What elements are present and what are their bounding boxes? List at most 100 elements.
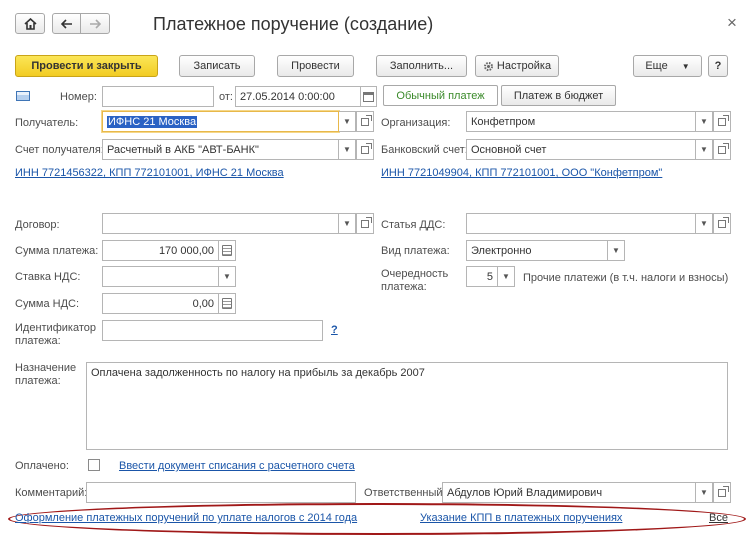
contract-dropdown-button[interactable]: ▼ [339, 213, 356, 234]
purpose-label-line2: платежа: [15, 375, 61, 387]
open-icon [718, 485, 729, 497]
arrow-right-icon [90, 18, 101, 29]
settings-label: Настройка [496, 60, 552, 72]
save-button[interactable]: Записать [179, 55, 255, 77]
paid-label: Оплачено: [15, 460, 69, 472]
bank-account-open-button[interactable] [713, 139, 731, 160]
payment-id-label-line1: Идентификатор [15, 322, 96, 334]
contract-label: Договор: [15, 219, 60, 231]
post-and-close-button[interactable]: Провести и закрыть [15, 55, 158, 77]
settings-button[interactable]: Настройка [475, 55, 559, 77]
tab-regular-payment[interactable]: Обычный платеж [383, 85, 498, 106]
arrow-left-icon [60, 18, 72, 29]
responsible-field[interactable]: Абдулов Юрий Владимирович [442, 482, 696, 503]
payment-id-help-link[interactable]: ? [331, 324, 338, 336]
payment-type-field[interactable]: Электронно [466, 240, 608, 261]
calculator-icon [222, 245, 232, 256]
bank-account-label: Банковский счет: [381, 144, 468, 156]
cashflow-dropdown-button[interactable]: ▼ [696, 213, 713, 234]
recipient-info-link[interactable]: ИНН 7721456322, КПП 772101001, ИФНС 21 М… [15, 167, 284, 179]
payment-id-label: Идентификатор платежа: [15, 322, 96, 348]
organization-info-link[interactable]: ИНН 7721049904, КПП 772101001, ООО "Конф… [381, 167, 662, 179]
forward-button[interactable] [80, 13, 110, 34]
open-icon [361, 114, 372, 126]
recipient-account-label: Счет получателя: [15, 144, 104, 156]
payment-type-label: Вид платежа: [381, 245, 450, 257]
organization-open-button[interactable] [713, 111, 731, 132]
recipient-account-open-button[interactable] [356, 139, 374, 160]
vat-rate-dropdown-button[interactable]: ▼ [219, 266, 236, 287]
purpose-textarea[interactable]: Оплачена задолженность по налогу на приб… [86, 362, 728, 450]
calculator-icon [222, 298, 232, 309]
recipient-dropdown-button[interactable]: ▼ [339, 111, 356, 132]
open-icon [361, 142, 372, 154]
write-off-link[interactable]: Ввести документ списания с расчетного сч… [119, 460, 355, 472]
vat-amount-calculator-button[interactable] [218, 293, 236, 314]
chevron-down-icon: ▼ [681, 61, 690, 71]
cashflow-field[interactable] [466, 213, 696, 234]
responsible-dropdown-button[interactable]: ▼ [696, 482, 713, 503]
cashflow-open-button[interactable] [713, 213, 731, 234]
payment-id-field[interactable] [102, 320, 323, 341]
fill-button[interactable]: Заполнить... [376, 55, 467, 77]
back-button[interactable] [52, 13, 81, 34]
number-label: Номер: [60, 91, 97, 103]
recipient-label: Получатель: [15, 117, 79, 129]
priority-dropdown-button[interactable]: ▼ [498, 266, 515, 287]
vat-rate-label: Ставка НДС: [15, 271, 81, 283]
calendar-icon [363, 91, 374, 102]
priority-description: Прочие платежи (в т.ч. налоги и взносы) [523, 272, 729, 284]
recipient-value: ИФНС 21 Москва [107, 115, 198, 128]
more-label: Еще [645, 60, 668, 72]
taxes-2014-link[interactable]: Оформление платежных поручений по уплате… [15, 512, 357, 524]
date-field[interactable]: 27.05.2014 0:00:00 [235, 86, 361, 107]
all-links-link[interactable]: Все [709, 512, 728, 524]
recipient-account-dropdown-button[interactable]: ▼ [339, 139, 356, 160]
open-icon [718, 114, 729, 126]
recipient-open-button[interactable] [356, 111, 374, 132]
open-icon [361, 216, 372, 228]
vat-amount-label: Сумма НДС: [15, 298, 80, 310]
amount-calculator-button[interactable] [218, 240, 236, 261]
contract-field[interactable] [102, 213, 339, 234]
home-button[interactable] [15, 13, 45, 34]
open-icon [718, 142, 729, 154]
comment-field[interactable] [86, 482, 356, 503]
close-icon[interactable]: × [727, 13, 737, 33]
open-icon [718, 216, 729, 228]
post-button[interactable]: Провести [277, 55, 354, 77]
vat-amount-field[interactable]: 0,00 [102, 293, 219, 314]
organization-dropdown-button[interactable]: ▼ [696, 111, 713, 132]
priority-field[interactable]: 5 [466, 266, 498, 287]
amount-label: Сумма платежа: [15, 245, 99, 257]
bank-account-field[interactable]: Основной счет [466, 139, 696, 160]
organization-label: Организация: [381, 117, 451, 129]
bank-account-dropdown-button[interactable]: ▼ [696, 139, 713, 160]
tab-budget-payment[interactable]: Платеж в бюджет [501, 85, 616, 106]
recipient-field[interactable]: ИФНС 21 Москва [102, 111, 339, 132]
contract-open-button[interactable] [356, 213, 374, 234]
kpp-link[interactable]: Указание КПП в платежных поручениях [420, 512, 622, 524]
comment-label: Комментарий: [15, 487, 88, 499]
paid-checkbox[interactable] [88, 459, 100, 471]
date-picker-button[interactable] [360, 86, 377, 107]
organization-field[interactable]: Конфетпром [466, 111, 696, 132]
date-label: от: [219, 91, 233, 103]
priority-label: Очередность платежа: [381, 268, 448, 294]
home-icon [23, 17, 37, 30]
vat-rate-field[interactable] [102, 266, 219, 287]
amount-field[interactable]: 170 000,00 [102, 240, 219, 261]
recipient-account-field[interactable]: Расчетный в АКБ "АВТ-БАНК" [102, 139, 339, 160]
purpose-label: Назначение платежа: [15, 362, 76, 388]
cashflow-label: Статья ДДС: [381, 219, 446, 231]
help-button[interactable]: ? [708, 55, 728, 77]
priority-label-line2: платежа: [381, 281, 427, 293]
more-button[interactable]: Еще ▼ [633, 55, 702, 77]
purpose-label-line1: Назначение [15, 362, 77, 374]
responsible-open-button[interactable] [713, 482, 731, 503]
number-field[interactable] [102, 86, 214, 107]
payment-id-label-line2: платежа: [15, 335, 61, 347]
payment-type-dropdown-button[interactable]: ▼ [608, 240, 625, 261]
document-icon [16, 91, 30, 101]
responsible-label: Ответственный: [364, 487, 446, 499]
